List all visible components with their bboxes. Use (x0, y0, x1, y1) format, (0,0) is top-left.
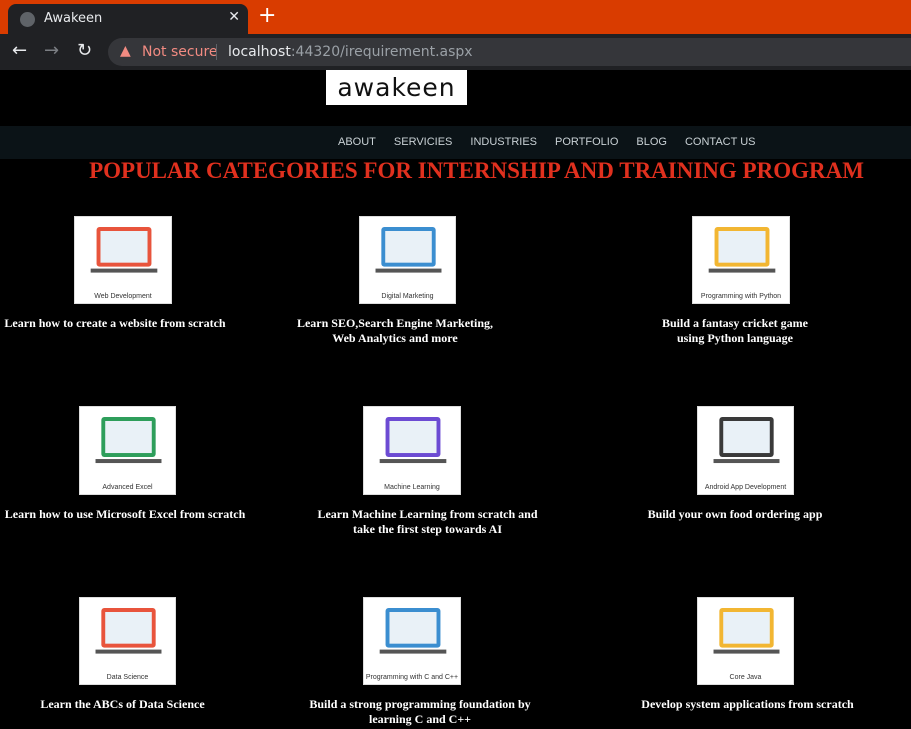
category-image-caption: Programming with Python (700, 293, 782, 300)
browser-toolbar: ← → ↻ ▲ Not secure localhost:44320/irequ… (0, 34, 911, 70)
url-path: :44320/irequirement.aspx (290, 44, 473, 60)
category-illustration-icon (90, 227, 158, 273)
category-image[interactable]: Android App Development (697, 406, 794, 495)
category-description: Learn how to create a website from scrat… (0, 316, 230, 331)
forward-arrow-icon[interactable]: → (44, 40, 59, 61)
category-image-caption: Data Science (106, 674, 149, 681)
category-image-caption: Advanced Excel (102, 484, 153, 491)
category-image[interactable]: Programming with Python (692, 216, 790, 304)
category-image-caption: Android App Development (704, 484, 787, 491)
category-description-line: Build a fantasy cricket game (662, 316, 808, 330)
category-description-line: Learn Machine Learning from scratch and (317, 507, 538, 521)
logo-text: awakeen (337, 73, 456, 102)
nav-list: ABOUT SERVICIES INDUSTRIES PORTFOLIO BLOG CON… (338, 136, 755, 148)
globe-icon (20, 12, 35, 27)
nav-item-servicies[interactable]: SERVICIES (394, 136, 453, 148)
warning-icon[interactable]: ▲ (120, 43, 131, 59)
category-illustration-icon (713, 417, 780, 464)
close-icon[interactable]: ✕ (228, 9, 240, 25)
nav-item-blog[interactable]: BLOG (636, 136, 667, 148)
category-image[interactable]: Core Java (697, 597, 794, 685)
category-image[interactable]: Web Development (74, 216, 172, 304)
category-description-line: Develop system applications from scratch (641, 697, 854, 711)
category-description: Learn Machine Learning from scratch and t… (300, 507, 555, 537)
browser-tab[interactable]: Awakeen ✕ (8, 4, 248, 34)
category-description: Learn SEO,Search Engine Marketing, Web An… (280, 316, 510, 346)
divider (216, 44, 217, 60)
category-image[interactable]: Digital Marketing (359, 216, 456, 304)
category-description-line: Build a strong programming foundation by (309, 697, 531, 711)
nav-item-about[interactable]: ABOUT (338, 136, 376, 148)
category-description: Learn the ABCs of Data Science (20, 697, 225, 712)
category-description-line: Learn SEO,Search Engine Marketing, (296, 316, 494, 330)
category-description-line: Learn how to use Microsoft Excel from sc… (4, 507, 246, 521)
category-description-line: Build your own food ordering app (647, 507, 823, 521)
category-illustration-icon (379, 417, 447, 464)
page-heading: POPULAR CATEGORIES FOR INTERNSHIP AND TR… (89, 158, 864, 183)
category-description-line: using Python language (676, 331, 794, 345)
category-image-caption: Core Java (729, 674, 762, 681)
tab-title: Awakeen (44, 11, 103, 26)
back-arrow-icon[interactable]: ← (12, 40, 27, 61)
address-bar[interactable]: ▲ Not secure localhost:44320/irequiremen… (108, 38, 911, 66)
category-description: Build your own food ordering app (630, 507, 840, 522)
reload-icon[interactable]: ↻ (77, 40, 92, 61)
category-image[interactable]: Data Science (79, 597, 176, 685)
category-illustration-icon (95, 417, 162, 464)
category-illustration-icon (713, 608, 780, 654)
category-image[interactable]: Programming with C and C++ (363, 597, 461, 685)
category-image[interactable]: Advanced Excel (79, 406, 176, 495)
category-description: Build a fantasy cricket game using Python… (640, 316, 830, 346)
category-image-caption: Web Development (94, 293, 152, 300)
category-description: Develop system applications from scratch (620, 697, 875, 712)
main-navigation: ABOUT SERVICIES INDUSTRIES PORTFOLIO BLOG CON… (0, 126, 911, 159)
nav-item-portfolio[interactable]: PORTFOLIO (555, 136, 618, 148)
nav-item-industries[interactable]: INDUSTRIES (470, 136, 537, 148)
category-image-caption: Digital Marketing (381, 293, 434, 300)
browser-tab-strip: Awakeen ✕ + (0, 0, 911, 34)
site-logo[interactable]: awakeen (326, 70, 467, 105)
nav-item-contact-us[interactable]: CONTACT US (685, 136, 756, 148)
category-description-line: Learn how to create a website from scrat… (4, 316, 226, 330)
category-illustration-icon (708, 227, 776, 273)
new-tab-icon[interactable]: + (258, 3, 276, 28)
security-label[interactable]: Not secure (142, 44, 218, 60)
category-illustration-icon (95, 608, 162, 654)
category-description-line: Learn the ABCs of Data Science (40, 697, 205, 711)
category-description-line: Web Analytics and more (332, 331, 458, 345)
category-illustration-icon (379, 608, 447, 654)
category-image-caption: Machine Learning (384, 484, 440, 491)
category-description: Build a strong programming foundation by… (290, 697, 550, 727)
category-description: Learn how to use Microsoft Excel from sc… (0, 507, 250, 522)
category-description-line: take the first step towards AI (353, 522, 502, 536)
url-host: localhost (228, 44, 291, 60)
category-image[interactable]: Machine Learning (363, 406, 461, 495)
category-image-caption: Programming with C and C++ (365, 674, 459, 681)
url-text[interactable]: localhost:44320/irequirement.aspx (228, 44, 473, 60)
category-illustration-icon (375, 227, 442, 273)
category-description-line: learning C and C++ (368, 712, 472, 726)
